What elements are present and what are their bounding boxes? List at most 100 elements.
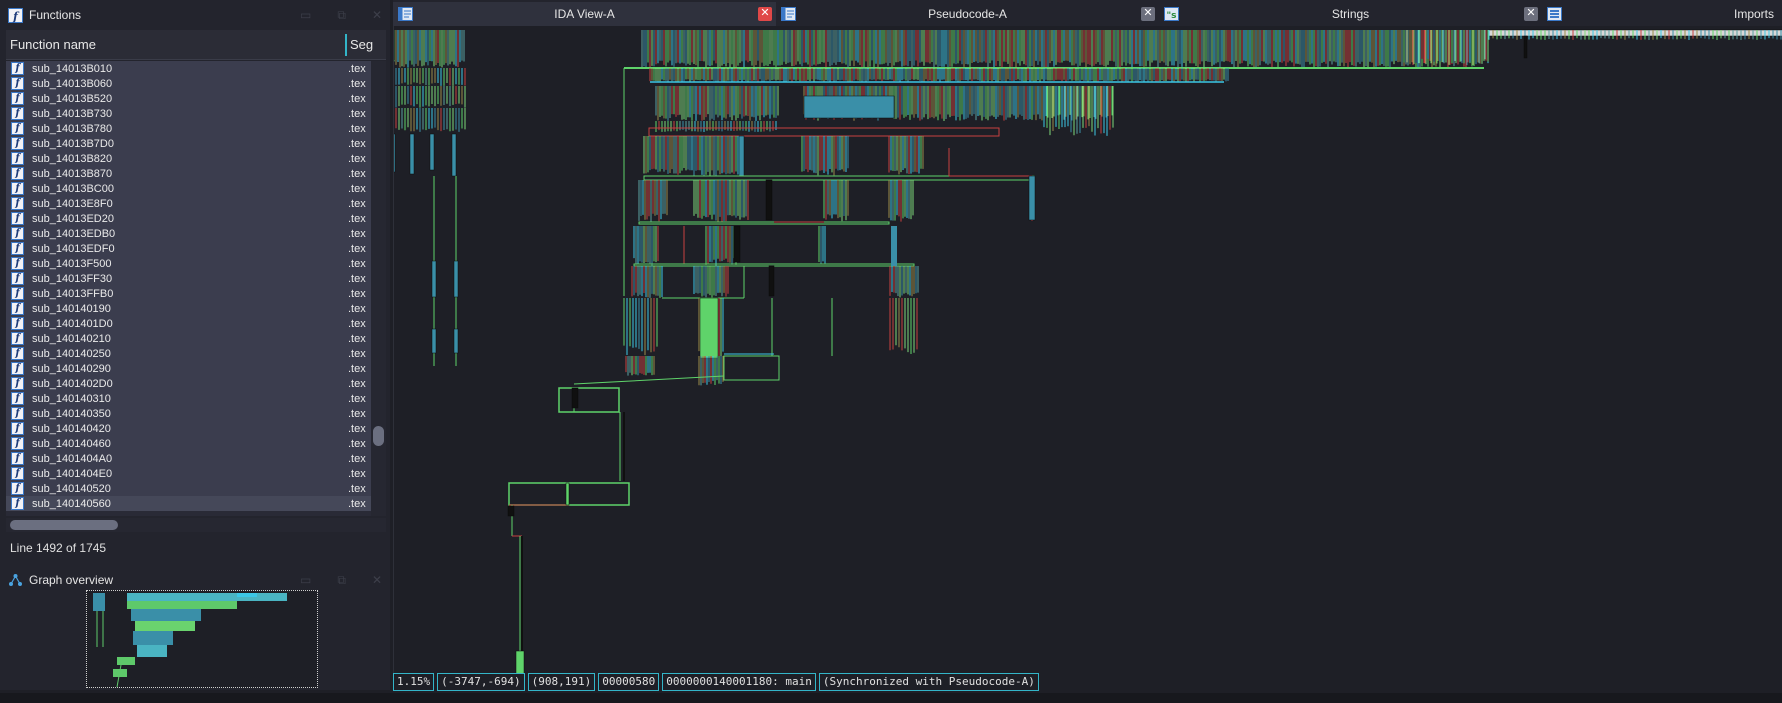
- function-icon: f: [11, 362, 24, 375]
- graph-edge: [638, 221, 890, 225]
- function-row[interactable]: f sub_14013B060 .tex: [6, 76, 372, 91]
- function-name: sub_14013EDB0: [32, 227, 116, 240]
- tab-imports[interactable]: Imports: [1542, 2, 1782, 26]
- function-icon: f: [11, 77, 24, 90]
- function-row[interactable]: f sub_14013B730 .tex: [6, 106, 372, 121]
- tab-label: Imports: [1733, 7, 1774, 21]
- function-row[interactable]: f sub_140140560 .tex: [6, 496, 372, 511]
- graph-overview-viewport[interactable]: [86, 590, 318, 688]
- function-segment: .tex: [348, 317, 366, 330]
- function-name: sub_14013B010: [32, 62, 113, 75]
- function-row[interactable]: f sub_140140520 .tex: [6, 481, 372, 496]
- function-icon: f: [11, 317, 24, 330]
- function-icon: f: [11, 392, 24, 405]
- graph-node: [1028, 175, 1036, 221]
- graph-node: [738, 135, 745, 177]
- functions-vertical-scrollbar[interactable]: [371, 61, 386, 516]
- function-row[interactable]: f sub_140140460 .tex: [6, 436, 372, 451]
- function-name: sub_140140190: [32, 302, 111, 315]
- tab-ida-view-a[interactable]: IDA View-A ✕: [393, 2, 776, 26]
- graph-coordinates: (-3747,-694): [437, 673, 525, 691]
- function-row[interactable]: f sub_140140350 .tex: [6, 406, 372, 421]
- function-row[interactable]: f sub_14013E8F0 .tex: [6, 196, 372, 211]
- function-icon: f: [11, 107, 24, 120]
- function-row[interactable]: f sub_1401404E0 .tex: [6, 466, 372, 481]
- vertical-scroll-thumb[interactable]: [373, 426, 384, 446]
- function-row[interactable]: f sub_14013B870 .tex: [6, 166, 372, 181]
- graph-edge: [723, 355, 780, 381]
- maximize-icon[interactable]: ▭: [300, 573, 311, 587]
- tab-label: IDA View-A: [554, 7, 615, 21]
- function-row[interactable]: f sub_14013FF30 .tex: [6, 271, 372, 286]
- tab-label: Strings: [1331, 7, 1370, 21]
- tab-bar: IDA View-A ✕ Pseudocode-A ✕ "s Strings ✕…: [393, 0, 1782, 26]
- function-name: sub_140140560: [32, 497, 111, 510]
- function-name: sub_14013F500: [32, 257, 112, 270]
- function-icon: f: [11, 242, 24, 255]
- function-row[interactable]: f sub_140140190 .tex: [6, 301, 372, 316]
- function-segment: .tex: [348, 437, 366, 450]
- function-row[interactable]: f sub_14013EDF0 .tex: [6, 241, 372, 256]
- function-row[interactable]: f sub_14013B520 .tex: [6, 91, 372, 106]
- column-resize-handle[interactable]: [345, 34, 347, 56]
- function-icon: f: [11, 122, 24, 135]
- column-header-function-name[interactable]: Function name: [10, 37, 96, 52]
- function-segment: .tex: [348, 182, 366, 195]
- close-tab-icon[interactable]: ✕: [1141, 7, 1155, 21]
- function-row[interactable]: f sub_140140420 .tex: [6, 421, 372, 436]
- close-tab-icon[interactable]: ✕: [758, 7, 772, 21]
- function-row[interactable]: f sub_14013FFB0 .tex: [6, 286, 372, 301]
- functions-panel-header[interactable]: f Functions ▭ ⧉ ✕: [0, 2, 390, 28]
- maximize-icon[interactable]: ▭: [300, 8, 311, 22]
- column-header-segment[interactable]: Seg: [350, 37, 373, 52]
- function-row[interactable]: f sub_14013B010 .tex: [6, 61, 372, 76]
- function-segment: .tex: [348, 377, 366, 390]
- function-icon: f: [11, 227, 24, 240]
- function-segment: .tex: [348, 137, 366, 150]
- functions-panel-title: Functions: [29, 8, 82, 22]
- function-icon: f: [11, 197, 24, 210]
- function-row[interactable]: f sub_14013B820 .tex: [6, 151, 372, 166]
- function-icon: f: [11, 437, 24, 450]
- function-control-flow-graph[interactable]: [394, 26, 1782, 675]
- restore-icon[interactable]: ⧉: [337, 573, 346, 588]
- function-row[interactable]: f sub_140140250 .tex: [6, 346, 372, 361]
- restore-icon[interactable]: ⧉: [337, 8, 346, 23]
- function-name: sub_1401402D0: [32, 377, 113, 390]
- close-icon[interactable]: ✕: [372, 8, 382, 22]
- function-row[interactable]: f sub_14013B780 .tex: [6, 121, 372, 136]
- close-tab-icon[interactable]: ✕: [1524, 7, 1538, 21]
- tab-strings[interactable]: "s Strings ✕: [1159, 2, 1542, 26]
- function-row[interactable]: f sub_140140210 .tex: [6, 331, 372, 346]
- function-row[interactable]: f sub_14013BC00 .tex: [6, 181, 372, 196]
- graph-overview-thumbnail: [93, 593, 287, 688]
- function-name: sub_14013ED20: [32, 212, 114, 225]
- function-row[interactable]: f sub_14013EDB0 .tex: [6, 226, 372, 241]
- function-segment: .tex: [348, 77, 366, 90]
- function-segment: .tex: [348, 362, 366, 375]
- bottom-edge: [0, 693, 1782, 703]
- graph-node: [699, 297, 719, 359]
- file-offset: 00000580: [598, 673, 660, 691]
- function-icon: f: [11, 482, 24, 495]
- function-name: sub_140140210: [32, 332, 111, 345]
- function-name: sub_14013B820: [32, 152, 113, 165]
- graph-node: [451, 133, 457, 177]
- function-row[interactable]: f sub_140140310 .tex: [6, 391, 372, 406]
- functions-list[interactable]: f sub_14013B010 .tex f sub_14013B060 .tex f sub…: [6, 61, 372, 516]
- function-segment: .tex: [348, 287, 366, 300]
- function-icon: f: [11, 452, 24, 465]
- function-row[interactable]: f sub_140140290 .tex: [6, 361, 372, 376]
- functions-horizontal-scrollbar[interactable]: [6, 518, 386, 532]
- function-row[interactable]: f sub_14013F500 .tex: [6, 256, 372, 271]
- tab-pseudocode-a[interactable]: Pseudocode-A ✕: [776, 2, 1159, 26]
- horizontal-scroll-thumb[interactable]: [10, 520, 118, 530]
- ida-graph-view[interactable]: [393, 26, 1782, 675]
- function-row[interactable]: f sub_14013B7D0 .tex: [6, 136, 372, 151]
- function-row[interactable]: f sub_1401402D0 .tex: [6, 376, 372, 391]
- function-row[interactable]: f sub_1401404A0 .tex: [6, 451, 372, 466]
- zoom-level: 1.15%: [393, 673, 435, 691]
- function-row[interactable]: f sub_1401401D0 .tex: [6, 316, 372, 331]
- function-row[interactable]: f sub_14013ED20 .tex: [6, 211, 372, 226]
- close-icon[interactable]: ✕: [372, 573, 382, 587]
